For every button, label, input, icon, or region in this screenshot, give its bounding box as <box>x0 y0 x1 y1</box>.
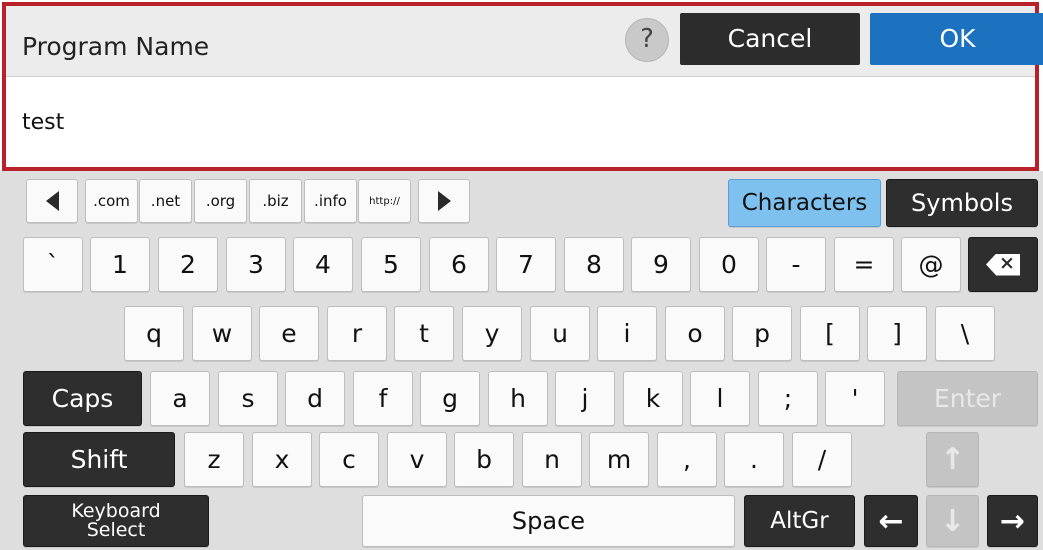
key[interactable]: w <box>192 306 252 361</box>
domain-key[interactable]: .biz <box>249 179 302 223</box>
key[interactable]: x <box>252 432 312 487</box>
key[interactable]: / <box>792 432 852 487</box>
prev-domains-button[interactable] <box>26 179 78 223</box>
arrow-down-button[interactable]: ↓ <box>926 495 979 547</box>
arrow-up-button[interactable]: ↑ <box>926 432 979 487</box>
key[interactable]: 8 <box>564 237 624 292</box>
key[interactable]: q <box>124 306 184 361</box>
key[interactable]: j <box>555 371 615 426</box>
shift-button[interactable]: Shift <box>23 432 175 487</box>
enter-button[interactable]: Enter <box>897 371 1038 426</box>
key[interactable]: 4 <box>293 237 353 292</box>
backspace-button[interactable] <box>968 237 1038 292</box>
key[interactable]: 6 <box>429 237 489 292</box>
key[interactable]: f <box>353 371 413 426</box>
domain-key[interactable]: http:// <box>358 179 411 223</box>
triangle-left-icon <box>45 191 59 211</box>
key[interactable]: 7 <box>496 237 556 292</box>
key[interactable]: n <box>522 432 582 487</box>
key[interactable]: 0 <box>699 237 759 292</box>
keyboard-select-line2: Select <box>86 519 146 541</box>
key[interactable]: 1 <box>90 237 150 292</box>
key[interactable]: e <box>259 306 319 361</box>
key[interactable]: p <box>732 306 792 361</box>
key[interactable]: @ <box>901 237 961 292</box>
tab-symbols[interactable]: Symbols <box>886 179 1038 227</box>
key[interactable]: a <box>150 371 210 426</box>
arrow-left-button[interactable]: ← <box>864 495 918 547</box>
cancel-button[interactable]: Cancel <box>680 13 860 65</box>
arrow-down-icon: ↓ <box>939 503 966 539</box>
arrow-right-button[interactable]: → <box>987 495 1038 547</box>
key[interactable]: o <box>665 306 725 361</box>
key[interactable]: g <box>420 371 480 426</box>
help-button[interactable]: ? <box>625 18 669 62</box>
arrow-right-icon: → <box>999 503 1026 539</box>
key[interactable]: h <box>488 371 548 426</box>
key[interactable]: l <box>690 371 750 426</box>
keyboard-select-button[interactable]: Keyboard Select <box>23 495 209 547</box>
key[interactable]: s <box>218 371 278 426</box>
key[interactable]: \ <box>935 306 995 361</box>
key[interactable]: r <box>327 306 387 361</box>
key[interactable]: ' <box>825 371 885 426</box>
key[interactable]: 5 <box>361 237 421 292</box>
arrow-up-icon: ↑ <box>939 442 966 477</box>
key[interactable]: = <box>834 237 894 292</box>
key[interactable]: ; <box>758 371 818 426</box>
program-name-input[interactable] <box>6 76 1035 167</box>
dialog-title: Program Name <box>22 32 210 61</box>
triangle-right-icon <box>437 191 451 211</box>
key[interactable]: t <box>394 306 454 361</box>
key[interactable]: z <box>184 432 244 487</box>
key[interactable]: i <box>597 306 657 361</box>
key[interactable]: d <box>285 371 345 426</box>
key[interactable]: - <box>766 237 826 292</box>
key[interactable]: , <box>657 432 717 487</box>
domain-key[interactable]: .com <box>85 179 138 223</box>
key[interactable]: b <box>454 432 514 487</box>
key[interactable]: . <box>724 432 784 487</box>
key[interactable]: 2 <box>158 237 218 292</box>
key[interactable]: v <box>387 432 447 487</box>
key[interactable]: c <box>319 432 379 487</box>
program-name-dialog: Program Name ? Cancel OK <box>2 2 1043 171</box>
key[interactable]: ] <box>867 306 927 361</box>
space-key[interactable]: Space <box>362 495 735 547</box>
caps-button[interactable]: Caps <box>23 371 142 426</box>
key[interactable]: 9 <box>631 237 691 292</box>
altgr-button[interactable]: AltGr <box>744 495 855 547</box>
backspace-icon <box>986 253 1020 276</box>
key[interactable]: y <box>462 306 522 361</box>
key[interactable]: [ <box>800 306 860 361</box>
ok-button[interactable]: OK <box>870 13 1043 65</box>
next-domains-button[interactable] <box>418 179 470 223</box>
key[interactable]: k <box>623 371 683 426</box>
on-screen-keyboard: .com .net .org .biz .info http:// Charac… <box>0 171 1043 550</box>
key[interactable]: u <box>530 306 590 361</box>
key[interactable]: ` <box>23 237 83 292</box>
key[interactable]: 3 <box>226 237 286 292</box>
domain-key[interactable]: .org <box>194 179 247 223</box>
dialog-header: Program Name ? Cancel OK <box>6 6 1043 76</box>
domain-key[interactable]: .info <box>304 179 357 223</box>
arrow-left-icon: ← <box>878 503 904 539</box>
domain-key[interactable]: .net <box>139 179 192 223</box>
key[interactable]: m <box>589 432 649 487</box>
tab-characters[interactable]: Characters <box>728 179 881 227</box>
